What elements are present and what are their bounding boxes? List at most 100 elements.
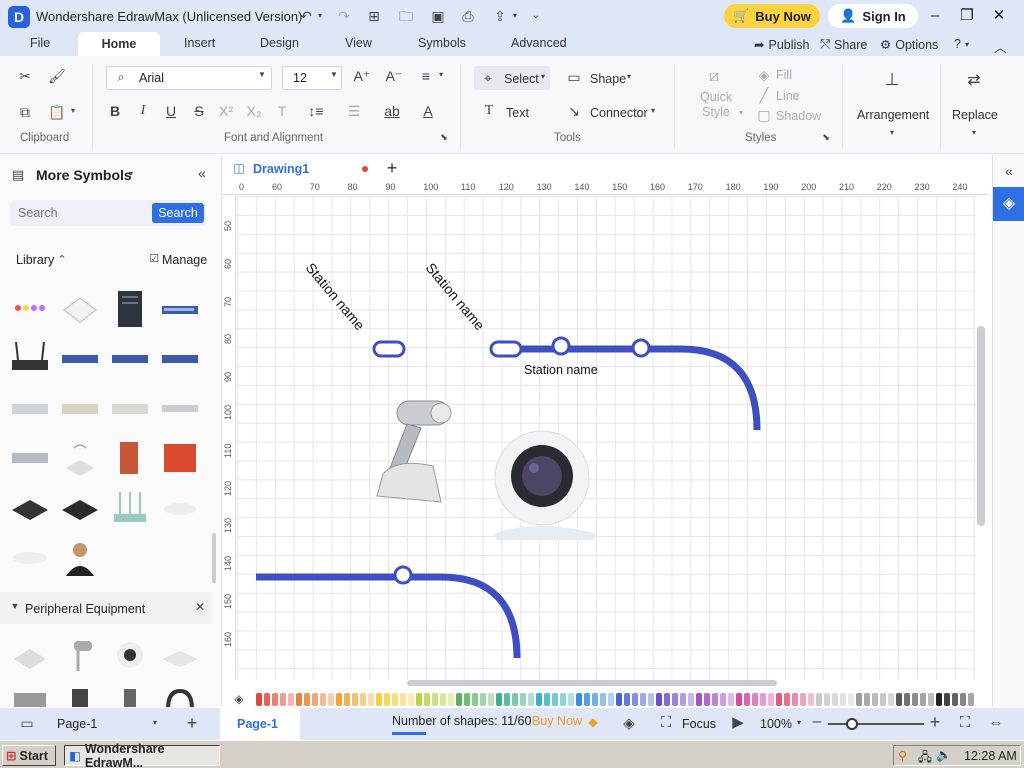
palette-swatch[interactable] (800, 693, 806, 706)
shape-dropdown-icon[interactable]: ▾ (624, 72, 634, 81)
symbol-firewall-wall[interactable] (160, 438, 200, 478)
symbol-server-tower[interactable] (110, 288, 150, 328)
connector-button[interactable]: Connector (590, 106, 648, 120)
palette-swatch[interactable] (712, 693, 718, 706)
increase-font-icon[interactable]: A⁺ (352, 68, 372, 85)
zoom-slider-track[interactable] (828, 723, 924, 725)
font-color-icon[interactable]: A (418, 103, 438, 119)
palette-swatch[interactable] (400, 693, 406, 706)
publish-button[interactable]: ➦ Publish (754, 37, 809, 53)
palette-swatch[interactable] (344, 693, 350, 706)
palette-swatch[interactable] (920, 693, 926, 706)
print-icon[interactable]: ⎙ (458, 6, 478, 26)
paste-dropdown-icon[interactable]: ▾ (68, 106, 78, 115)
palette-swatch[interactable] (904, 693, 910, 706)
shape-button[interactable]: Shape (590, 72, 626, 86)
station-dot-2[interactable] (631, 338, 651, 358)
palette-swatch[interactable] (856, 693, 862, 706)
tab-advanced[interactable]: Advanced (511, 36, 567, 50)
palette-swatch[interactable] (384, 693, 390, 706)
focus-button[interactable]: Focus (682, 717, 716, 731)
status-buy-now-link[interactable]: Buy Now (532, 714, 582, 728)
palette-swatch[interactable] (744, 693, 750, 706)
symbol-switch-small[interactable] (60, 338, 100, 378)
palette-swatch[interactable] (584, 693, 590, 706)
buy-now-button[interactable]: 🛒 Buy Now (724, 4, 820, 28)
palette-swatch[interactable] (336, 693, 342, 706)
symbol-rack-unit[interactable] (160, 388, 200, 428)
decrease-font-icon[interactable]: A⁻ (384, 68, 404, 85)
network-icon[interactable]: 🖧 (918, 748, 932, 768)
palette-swatch[interactable] (432, 693, 438, 706)
symbol-hub-black[interactable] (60, 488, 100, 528)
palette-swatch[interactable] (576, 693, 582, 706)
palette-swatch[interactable] (912, 693, 918, 706)
palette-swatch[interactable] (464, 693, 470, 706)
sign-in-button[interactable]: 👤 Sign In (828, 4, 918, 28)
manage-button[interactable]: Manage (162, 253, 207, 267)
font-size-dropdown-icon[interactable]: ▼ (328, 70, 340, 79)
palette-swatch[interactable] (864, 693, 870, 706)
font-family-select[interactable]: Arial (106, 66, 272, 90)
palette-swatch[interactable] (944, 693, 950, 706)
symbol-patch-panel[interactable] (10, 438, 50, 478)
palette-swatch[interactable] (504, 693, 510, 706)
paste-icon[interactable]: 📋 (46, 104, 68, 121)
line-icon[interactable]: ╱ (756, 87, 772, 104)
fit-width-icon[interactable]: ⇔ (986, 714, 1006, 731)
palette-swatch[interactable] (480, 693, 486, 706)
palette-swatch[interactable] (496, 693, 502, 706)
palette-swatch[interactable] (360, 693, 366, 706)
styles-dialog-launcher-icon[interactable]: ⬊ (820, 132, 832, 143)
search-tray-icon[interactable]: ⚲ (898, 748, 907, 763)
palette-swatch[interactable] (488, 693, 494, 706)
bold-icon[interactable]: B (106, 103, 124, 119)
fill-icon[interactable]: ◈ (756, 67, 772, 84)
symbol-status-lights[interactable] (10, 288, 50, 328)
page-select[interactable]: Page-1 (57, 717, 97, 731)
taskbar-edrawmax-button[interactable]: ◧ Wondershare EdrawM... (64, 742, 220, 768)
palette-swatch[interactable] (288, 693, 294, 706)
metro-line-lower[interactable] (256, 573, 521, 659)
symbol-wireless-modem[interactable] (60, 438, 100, 478)
palette-swatch[interactable] (408, 693, 414, 706)
text-button[interactable]: Text (506, 106, 529, 120)
arrangement-button[interactable]: Arrangement (857, 108, 929, 122)
palette-swatch[interactable] (736, 693, 742, 706)
palette-swatch[interactable] (512, 693, 518, 706)
undo-dropdown-icon[interactable]: ▾ (310, 6, 330, 26)
palette-swatch[interactable] (872, 693, 878, 706)
palette-swatch[interactable] (704, 693, 710, 706)
save-icon[interactable]: ▣ (428, 6, 448, 26)
highlight-icon[interactable]: ab (382, 103, 402, 119)
arrangement-icon[interactable]: ⊥ (880, 70, 904, 90)
palette-swatch[interactable] (272, 693, 278, 706)
palette-swatch[interactable] (640, 693, 646, 706)
quick-style-dropdown-icon[interactable]: ▾ (736, 108, 746, 117)
superscript-icon[interactable]: X² (216, 103, 236, 119)
palette-swatch[interactable] (424, 693, 430, 706)
symbol-round-ap[interactable] (10, 538, 50, 578)
palette-swatch[interactable] (368, 693, 374, 706)
symbol-wifi-router[interactable] (110, 488, 150, 528)
restore-icon[interactable]: ❐ (956, 6, 978, 26)
symbol-person[interactable] (60, 538, 100, 578)
palette-swatch[interactable] (752, 693, 758, 706)
palette-swatch[interactable] (376, 693, 382, 706)
symbol-search-input[interactable] (10, 200, 150, 226)
symbol-switch-large[interactable] (160, 338, 200, 378)
palette-swatch[interactable] (672, 693, 678, 706)
chevron-up-icon[interactable]: ⌃ (56, 253, 68, 266)
symbol-router[interactable] (10, 338, 50, 378)
rectangle-shape-icon[interactable]: ▭ (566, 69, 582, 86)
palette-swatch[interactable] (696, 693, 702, 706)
palette-swatch[interactable] (848, 693, 854, 706)
station-label-2[interactable]: Station name (423, 260, 488, 334)
palette-swatch[interactable] (960, 693, 966, 706)
palette-swatch[interactable] (816, 693, 822, 706)
symbol-printer[interactable] (10, 685, 50, 707)
station-terminal-1[interactable] (372, 340, 406, 358)
add-page-icon[interactable]: + (184, 713, 200, 734)
layers-icon[interactable]: ◈ (618, 714, 640, 732)
canvas-vertical-scrollbar[interactable] (977, 326, 985, 526)
